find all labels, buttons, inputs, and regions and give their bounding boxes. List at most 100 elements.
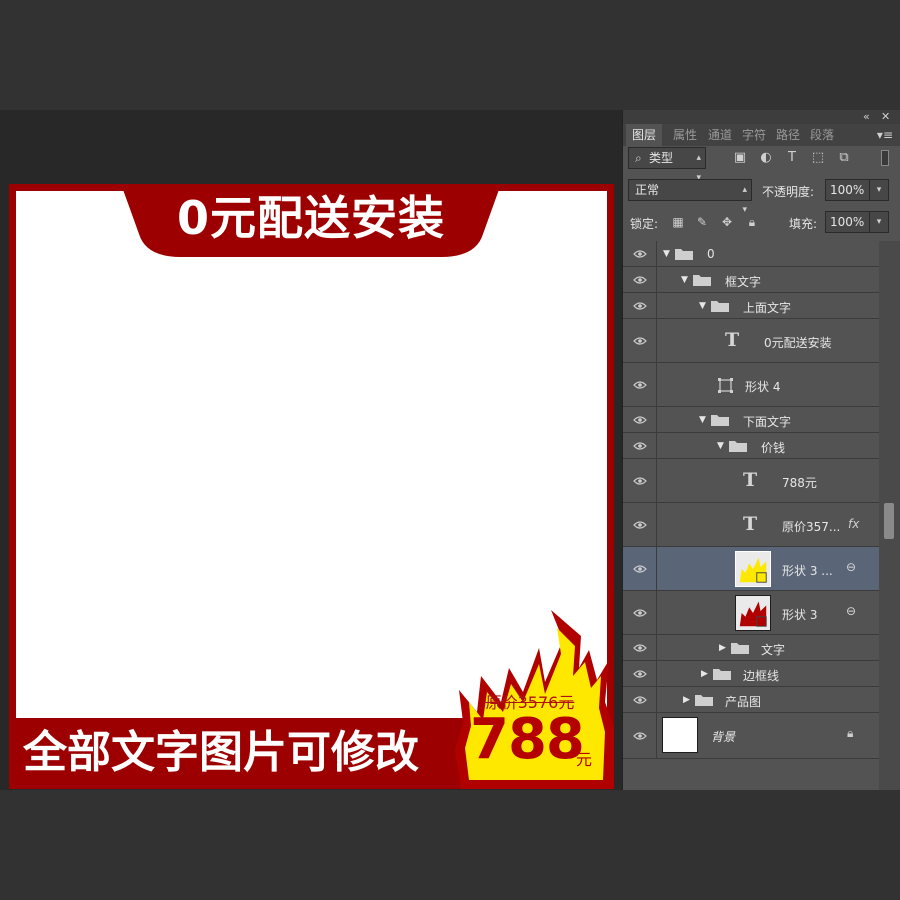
layer-row[interactable]: ▼ 价钱: [623, 433, 879, 459]
adjustment-filter-icon[interactable]: ◐: [759, 151, 773, 165]
collapse-triangle-icon[interactable]: ▶: [719, 643, 726, 653]
layers-scrollbar[interactable]: [879, 241, 900, 790]
layer-name: 788元: [782, 476, 817, 490]
tab-paragraph[interactable]: 段落: [810, 124, 834, 146]
lock-brush-icon[interactable]: ✎: [695, 215, 709, 229]
expand-triangle-icon[interactable]: ▼: [717, 441, 724, 451]
type-filter-icon[interactable]: T: [785, 151, 799, 165]
layer-row[interactable]: ▼ 下面文字: [623, 407, 879, 433]
visibility-eye-icon[interactable]: [623, 459, 657, 502]
folder-icon: [675, 249, 693, 260]
collapse-triangle-icon[interactable]: ▶: [701, 669, 708, 679]
visibility-eye-icon[interactable]: [623, 319, 657, 362]
folder-icon: [711, 301, 729, 312]
tab-paths[interactable]: 路径: [776, 124, 800, 146]
layer-thumbnail: [735, 595, 771, 631]
fill-input[interactable]: 100% ▾: [825, 211, 889, 233]
visibility-eye-icon[interactable]: [623, 503, 657, 546]
lock-all-icon[interactable]: 🔒︎: [745, 215, 759, 229]
layer-name: 产品图: [725, 695, 762, 709]
price-value: 788: [470, 707, 585, 772]
layer-row[interactable]: 背景 🔒︎: [623, 713, 879, 759]
folder-icon: [713, 669, 731, 680]
visibility-eye-icon[interactable]: [623, 407, 657, 432]
folder-icon: [711, 415, 729, 426]
layer-row[interactable]: T 原价357... fx: [623, 503, 879, 547]
scrollbar-thumb[interactable]: [884, 503, 894, 539]
price-unit: 元: [576, 750, 593, 769]
collapse-triangle-icon[interactable]: ▶: [683, 695, 690, 705]
opacity-input[interactable]: 100% ▾: [825, 179, 889, 201]
fill-label: 填充:: [789, 217, 818, 231]
panel-menu-icon[interactable]: ▾≡: [877, 124, 893, 146]
layer-row[interactable]: T 0元配送安装: [623, 319, 879, 363]
tab-layers[interactable]: 图层: [626, 124, 663, 146]
background-thumbnail: [662, 717, 698, 753]
tab-properties[interactable]: 属性: [673, 124, 697, 146]
layer-name: 形状 3 ...: [782, 564, 833, 578]
link-icon: ⊖: [846, 560, 857, 574]
layer-row[interactable]: ▼ 框文字: [623, 267, 879, 293]
layer-row[interactable]: ▶ 产品图: [623, 687, 879, 713]
filter-toggle-switch[interactable]: [881, 150, 889, 166]
text-layer-icon: T: [725, 329, 740, 351]
layer-name: 原价357...: [782, 520, 841, 534]
folder-icon: [731, 643, 749, 654]
layer-name: 0: [707, 247, 715, 261]
lock-transparent-icon[interactable]: ▦: [671, 215, 685, 229]
layer-row[interactable]: 形状 3 ⊖: [623, 591, 879, 635]
document-canvas[interactable]: 0元配送安装 全部文字图片可修改 原价3576元 788 元: [9, 184, 614, 789]
expand-triangle-icon[interactable]: ▼: [699, 301, 706, 311]
visibility-eye-icon[interactable]: [623, 293, 657, 318]
panel-title-bar: « ✕: [623, 110, 900, 124]
lock-icon: 🔒︎: [847, 726, 854, 740]
chevron-down-icon[interactable]: ▾: [869, 212, 888, 232]
layer-row[interactable]: ▶ 文字: [623, 635, 879, 661]
folder-icon: [693, 275, 711, 286]
collapse-panel-icon[interactable]: «: [863, 110, 870, 124]
expand-triangle-icon[interactable]: ▼: [663, 249, 670, 259]
tab-channels[interactable]: 通道: [708, 124, 732, 146]
layer-row[interactable]: ▶ 边框线: [623, 661, 879, 687]
image-filter-icon[interactable]: ▣: [733, 151, 747, 165]
fill-value: 100%: [830, 215, 865, 229]
smart-object-filter-icon[interactable]: ⧉: [837, 151, 851, 165]
visibility-eye-icon[interactable]: [623, 713, 657, 758]
visibility-eye-icon[interactable]: [623, 661, 657, 686]
opacity-label: 不透明度:: [762, 185, 815, 199]
visibility-eye-icon[interactable]: [623, 591, 657, 634]
layer-filter-select[interactable]: ⌕ 类型 ▴ ▾: [628, 147, 706, 183]
bottom-bar: [0, 790, 900, 900]
layer-row[interactable]: 形状 3 ... ⊖: [623, 547, 879, 591]
visibility-eye-icon[interactable]: [623, 547, 657, 590]
layer-row[interactable]: 形状 4: [623, 363, 879, 407]
layer-row[interactable]: T 788元: [623, 459, 879, 503]
effects-fx-icon[interactable]: fx: [848, 517, 859, 531]
layer-name: 形状 3: [782, 608, 818, 622]
tab-character[interactable]: 字符: [742, 124, 766, 146]
visibility-eye-icon[interactable]: [623, 635, 657, 660]
shape-filter-icon[interactable]: ⬚: [811, 151, 825, 165]
lock-move-icon[interactable]: ✥: [720, 215, 734, 229]
visibility-eye-icon[interactable]: [623, 363, 657, 406]
layer-name: 形状 4: [745, 380, 781, 394]
expand-triangle-icon[interactable]: ▼: [681, 275, 688, 285]
folder-icon: [695, 695, 713, 706]
expand-triangle-icon[interactable]: ▼: [699, 415, 706, 425]
top-bar: [0, 0, 900, 110]
visibility-eye-icon[interactable]: [623, 433, 657, 458]
visibility-eye-icon[interactable]: [623, 687, 657, 712]
layer-filter-value: 类型: [649, 151, 674, 165]
link-icon: ⊖: [846, 604, 857, 618]
blend-mode-select[interactable]: 正常 ▴ ▾: [628, 179, 752, 215]
layer-row[interactable]: ▼ 0: [623, 241, 879, 267]
layer-thumbnail: [735, 551, 771, 587]
opacity-value: 100%: [830, 183, 865, 197]
visibility-eye-icon[interactable]: [623, 267, 657, 292]
layer-row[interactable]: ▼ 上面文字: [623, 293, 879, 319]
close-panel-icon[interactable]: ✕: [881, 110, 890, 124]
blend-mode-value: 正常: [635, 183, 660, 197]
chevron-down-icon[interactable]: ▾: [869, 180, 888, 200]
layer-name: 边框线: [743, 669, 780, 683]
visibility-eye-icon[interactable]: [623, 241, 657, 266]
